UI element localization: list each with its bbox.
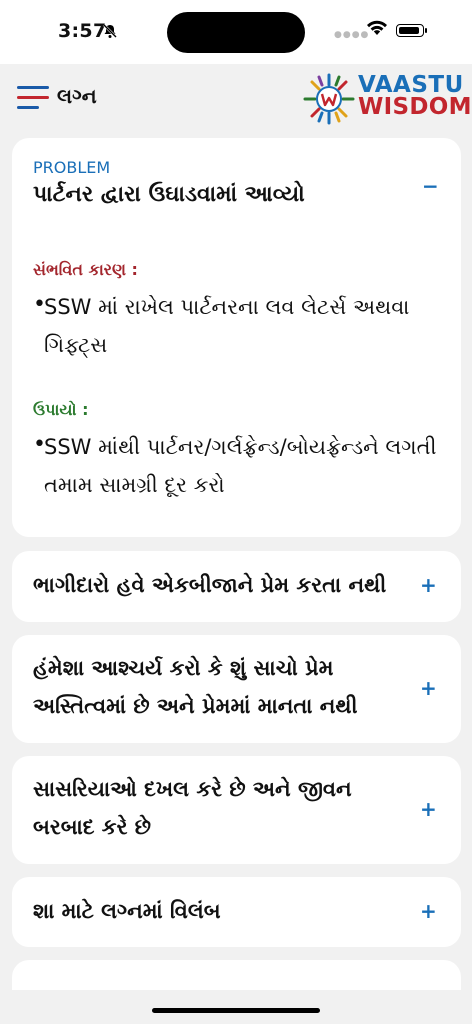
problem-card[interactable]: શા માટે લગ્નમાં વિલંબ + bbox=[12, 877, 461, 947]
logo-line-2: WISDOM bbox=[358, 94, 472, 120]
bullet-dot: • bbox=[33, 432, 46, 457]
problem-card[interactable]: હંમેશા આશ્ચર્ય કરો કે શું સાચો પ્રેમ અસ્… bbox=[12, 635, 461, 743]
remedy-label: ઉપાયો : bbox=[33, 400, 89, 419]
problem-item-title: હંમેશા આશ્ચર્ય કરો કે શું સાચો પ્રેમ અસ્… bbox=[33, 656, 358, 718]
expand-toggle[interactable]: + bbox=[420, 797, 437, 821]
problem-card[interactable]: સાસરિયાઓ દખલ કરે છે અને જીવન બરબાદ કરે છ… bbox=[12, 756, 461, 864]
problem-card-expanded[interactable]: PROBLEM પાર્ટનર દ્વારા ઉઘાડવામાં આવ્યો −… bbox=[12, 138, 461, 537]
remedy-text: SSW માંથી પાર્ટનર/ગર્લફ્રેન્ડ/બોયફ્રેન્ડ… bbox=[44, 435, 437, 497]
bullet-dot: • bbox=[33, 292, 46, 317]
logo-line-1: VAASTU bbox=[358, 72, 464, 98]
battery-icon bbox=[396, 24, 427, 37]
wifi-icon bbox=[366, 19, 388, 40]
home-indicator[interactable] bbox=[152, 1008, 320, 1013]
hamburger-menu-icon[interactable] bbox=[17, 86, 49, 110]
compass-logo-icon bbox=[302, 71, 356, 131]
problem-card[interactable]: ભાગીદારો હવે એકબીજાને પ્રેમ કરતા નથી + bbox=[12, 551, 461, 622]
cause-list-item: • SSW માં રાખેલ પાર્ટનરના લવ લેટર્સ અથવા… bbox=[33, 288, 443, 364]
expand-toggle[interactable]: + bbox=[420, 676, 437, 700]
app-header: લગ્ન VAASTU WISDOM bbox=[0, 64, 472, 130]
page-title: લગ્ન bbox=[57, 84, 97, 108]
collapse-toggle[interactable]: − bbox=[422, 174, 439, 198]
remedy-list-item: • SSW માંથી પાર્ટનર/ગર્લફ્રેન્ડ/બોયફ્રેન… bbox=[33, 428, 443, 504]
status-time: 3:57 bbox=[58, 20, 107, 42]
problem-item-title: ભાગીદારો હવે એકબીજાને પ્રેમ કરતા નથી bbox=[33, 573, 387, 597]
silent-bell-icon bbox=[102, 23, 118, 43]
status-bar: 3:57 ●●●● bbox=[0, 0, 472, 64]
cause-text: SSW માં રાખેલ પાર્ટનરના લવ લેટર્સ અથવા ગ… bbox=[44, 295, 410, 357]
problem-card-partial[interactable] bbox=[12, 960, 461, 990]
brand-logo: VAASTU WISDOM bbox=[358, 72, 472, 120]
cellular-signal-icon: ●●●● bbox=[334, 30, 370, 40]
problem-title: પાર્ટનર દ્વારા ઉઘાડવામાં આવ્યો bbox=[33, 182, 305, 207]
expand-toggle[interactable]: + bbox=[420, 899, 437, 923]
problem-item-title: શા માટે લગ્નમાં વિલંબ bbox=[33, 899, 221, 923]
problem-tag: PROBLEM bbox=[33, 158, 111, 177]
expand-toggle[interactable]: + bbox=[420, 573, 437, 597]
dynamic-island bbox=[167, 12, 305, 53]
cause-label: સંભવિત કારણ : bbox=[33, 260, 138, 279]
problem-item-title: સાસરિયાઓ દખલ કરે છે અને જીવન બરબાદ કરે છ… bbox=[33, 777, 352, 839]
